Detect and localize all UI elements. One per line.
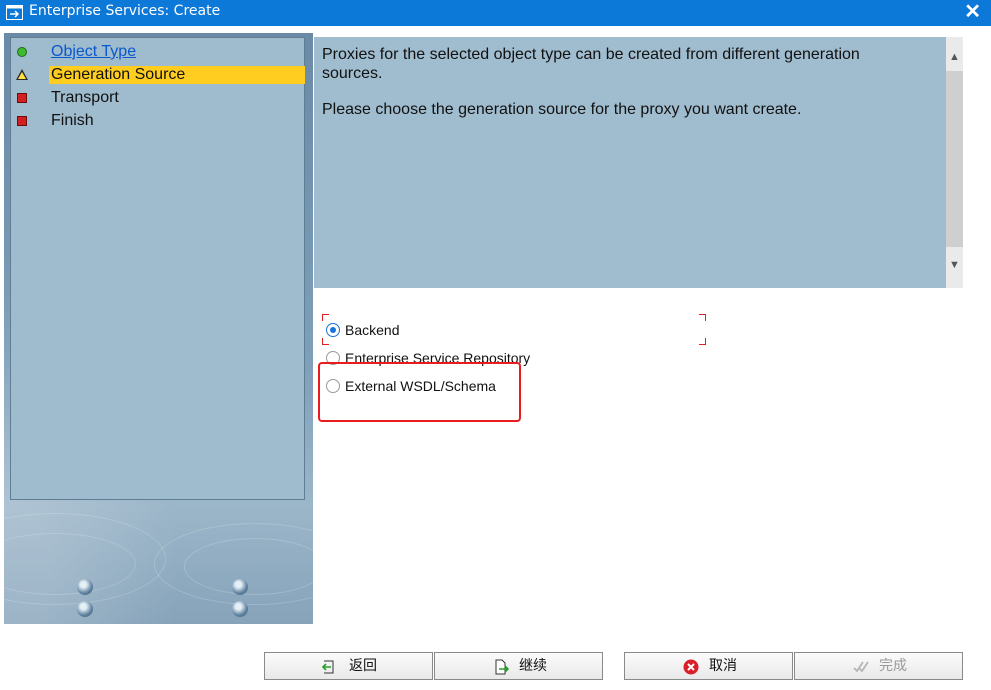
step-label: Transport (51, 89, 119, 106)
water-drop-icon (77, 579, 93, 595)
step-label: Generation Source (49, 66, 305, 84)
continue-button[interactable]: 继续 (434, 652, 603, 680)
button-label: 继续 (519, 658, 547, 674)
finish-button[interactable]: 完成 (794, 652, 963, 680)
cancel-button[interactable]: 取消 (624, 652, 793, 680)
status-red-icon (17, 116, 27, 126)
radio-button[interactable] (326, 323, 340, 337)
step-navigation: Object Type Generation Source Transport … (10, 37, 305, 500)
description-scrollbar[interactable]: ▲ ▼ (946, 37, 963, 288)
water-drop-icon (77, 601, 93, 617)
water-drop-icon (232, 601, 248, 617)
focus-marker (699, 314, 706, 321)
step-label[interactable]: Object Type (49, 43, 138, 61)
back-button[interactable]: 返回 (264, 652, 433, 680)
description-panel: Proxies for the selected object type can… (314, 37, 946, 288)
window-app-icon (6, 5, 23, 20)
button-label: 返回 (349, 658, 377, 674)
description-text: Please choose the generation source for … (322, 101, 802, 118)
status-green-icon (17, 47, 27, 57)
close-icon[interactable]: ✕ (964, 2, 981, 22)
cancel-icon (683, 659, 699, 675)
step-generation-source[interactable]: Generation Source (11, 64, 305, 85)
focus-marker (322, 314, 329, 321)
highlight-annotation (318, 362, 521, 422)
water-drop-icon (232, 579, 248, 595)
status-red-icon (17, 93, 27, 103)
scrollbar-thumb[interactable] (946, 71, 963, 247)
step-label: Finish (51, 112, 94, 129)
button-label: 取消 (709, 658, 737, 674)
step-object-type[interactable]: Object Type (11, 41, 305, 62)
description-text: Proxies for the selected object type can… (322, 46, 860, 82)
focus-marker (699, 338, 706, 345)
button-label: 完成 (879, 658, 907, 674)
continue-arrow-icon (495, 659, 509, 675)
step-finish[interactable]: Finish (11, 110, 305, 131)
chevron-down-icon[interactable]: ▼ (949, 259, 960, 271)
checkmark-icon (853, 661, 869, 673)
window-title: Enterprise Services: Create (29, 3, 221, 19)
back-arrow-icon (321, 660, 334, 674)
title-bar: Enterprise Services: Create ✕ (0, 0, 991, 26)
step-transport[interactable]: Transport (11, 87, 305, 108)
option-label: Backend (345, 322, 400, 338)
status-warning-icon (16, 69, 28, 80)
focus-marker (322, 338, 329, 345)
chevron-up-icon[interactable]: ▲ (949, 51, 960, 63)
